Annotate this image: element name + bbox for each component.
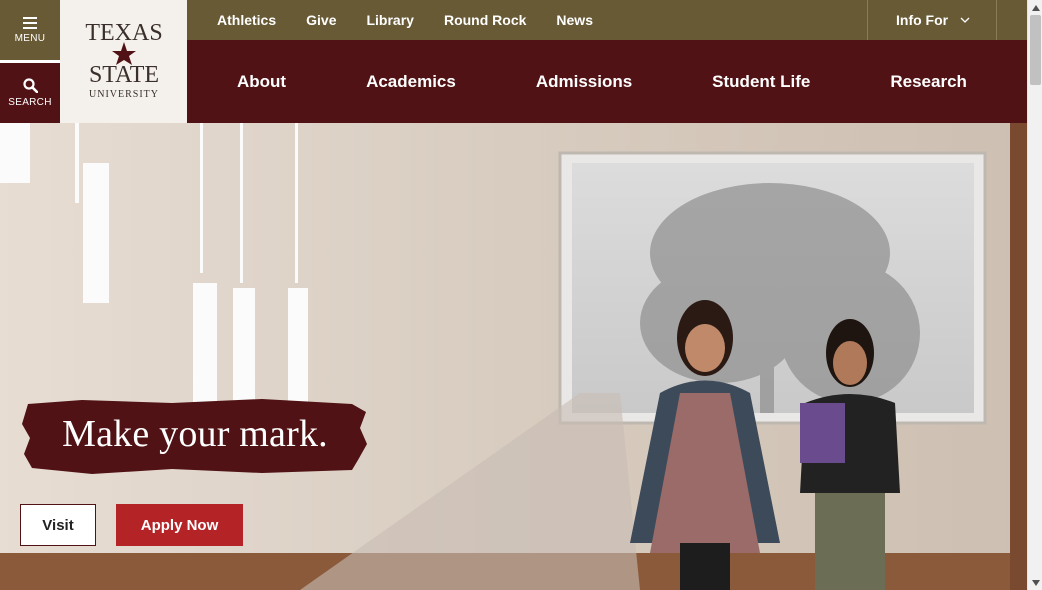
scroll-down-arrow[interactable] <box>1028 575 1042 590</box>
main-nav: About Academics Admissions Student Life … <box>187 40 1027 123</box>
hamburger-icon <box>23 16 37 29</box>
tagline-text: Make your mark. <box>62 413 328 455</box>
scroll-thumb[interactable] <box>1030 15 1041 85</box>
nav-about[interactable]: About <box>237 72 286 92</box>
util-link-athletics[interactable]: Athletics <box>187 12 291 28</box>
logo-mark: TEXAS STATE UNIVERSITY <box>85 20 162 100</box>
nav-academics[interactable]: Academics <box>366 72 456 92</box>
search-icon <box>22 78 38 93</box>
info-for-dropdown[interactable]: Info For <box>867 0 997 40</box>
hero-tagline: Make your mark. <box>22 398 368 474</box>
search-button[interactable]: SEARCH <box>0 63 60 123</box>
info-for-label: Info For <box>896 12 949 28</box>
menu-label: MENU <box>14 32 46 44</box>
util-link-news[interactable]: News <box>541 12 608 28</box>
logo-line-university: UNIVERSITY <box>89 89 159 100</box>
utility-nav: Athletics Give Library Round Rock News I… <box>187 0 1027 40</box>
scroll-up-arrow[interactable] <box>1028 0 1042 15</box>
nav-admissions[interactable]: Admissions <box>536 72 632 92</box>
page-scrollbar[interactable] <box>1027 0 1042 590</box>
util-link-round-rock[interactable]: Round Rock <box>429 12 541 28</box>
menu-button[interactable]: MENU <box>0 0 60 60</box>
nav-student-life[interactable]: Student Life <box>712 72 810 92</box>
util-link-give[interactable]: Give <box>291 12 351 28</box>
search-label: SEARCH <box>8 97 52 108</box>
logo-line-state: STATE <box>88 62 158 88</box>
util-link-library[interactable]: Library <box>351 12 428 28</box>
apply-now-button[interactable]: Apply Now <box>116 504 243 546</box>
university-logo[interactable]: TEXAS STATE UNIVERSITY <box>60 0 187 123</box>
nav-research[interactable]: Research <box>890 72 967 92</box>
chevron-down-icon <box>960 17 970 23</box>
visit-button[interactable]: Visit <box>20 504 96 546</box>
